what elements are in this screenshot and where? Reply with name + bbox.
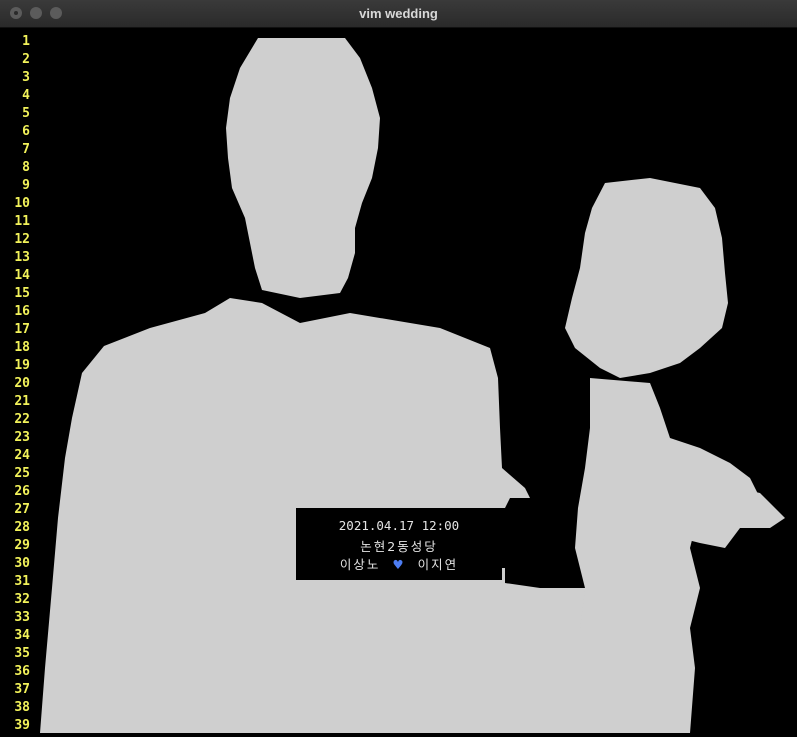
wedding-venue: 논현2동성당 [360,539,438,554]
invitation-card: 2021.04.17 12:00 논현2동성당 이상노 ♥ 이지연 [296,516,502,580]
groom-head-art [226,38,380,298]
window-title: vim wedding [359,6,438,21]
blue-heart-icon: ♥ [392,557,406,572]
ascii-art-couple [40,38,785,733]
bride-head-art [565,178,728,378]
terminal-viewport[interactable]: 1 2 3 4 5 6 7 8 9 10 11 12 13 14 15 16 17 18 19 20 21 22 23 24 2… [0,28,797,737]
groom-name: 이상노 [339,557,381,572]
wedding-datetime: 2021.04.17 12:00 [338,518,460,533]
bride-body-art [540,378,760,733]
couple-names: 이상노 ♥ 이지연 [296,554,502,573]
bride-name: 이지연 [417,557,459,572]
window-titlebar: vim wedding [0,0,797,28]
